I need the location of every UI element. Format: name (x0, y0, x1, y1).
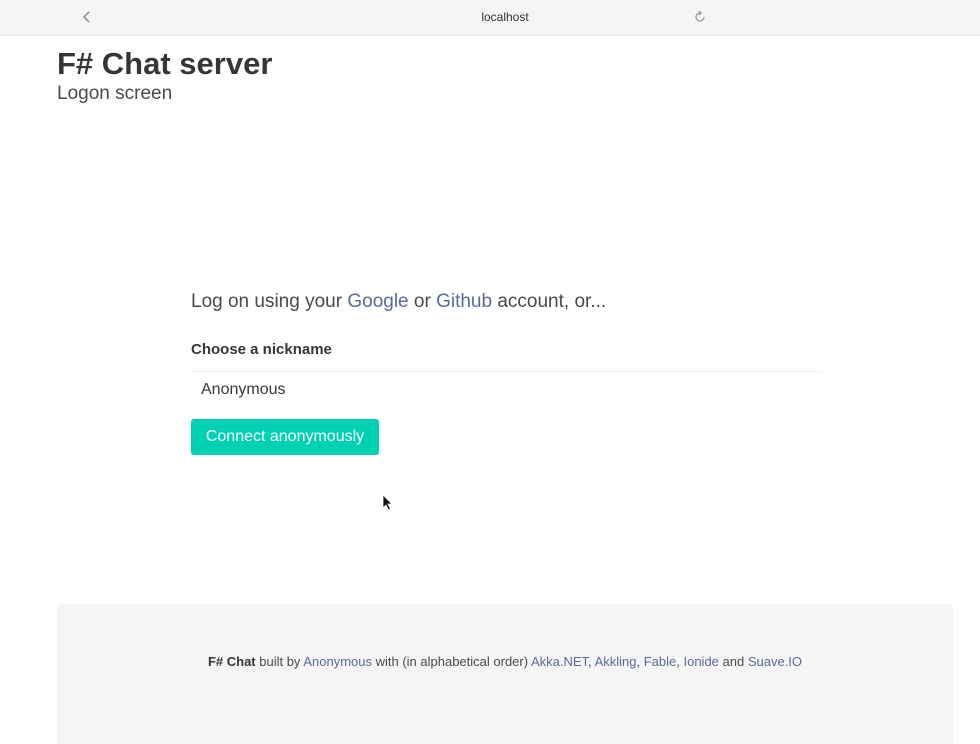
ionide-link[interactable]: Ionide (683, 654, 718, 669)
logon-instructions: Log on using your Google or Github accou… (191, 288, 821, 316)
akkling-link[interactable]: Akkling (595, 654, 637, 669)
nickname-input[interactable] (191, 371, 821, 407)
suave-link[interactable]: Suave.IO (748, 654, 802, 669)
reload-button[interactable] (692, 9, 708, 25)
footer-and: and (718, 654, 748, 669)
page-header: F# Chat server Logon screen (57, 46, 272, 106)
author-link[interactable]: Anonymous (303, 654, 372, 669)
fable-link[interactable]: Fable (644, 654, 677, 669)
footer-credits: F# Chat built by Anonymous with (in alph… (57, 654, 953, 669)
google-login-link[interactable]: Google (347, 291, 408, 312)
logon-or: or (408, 291, 437, 312)
nickname-label: Choose a nickname (191, 341, 332, 358)
akka-link[interactable]: Akka.NET (531, 654, 588, 669)
page-footer: F# Chat built by Anonymous with (in alph… (57, 604, 953, 744)
logon-panel: Log on using your Google or Github accou… (191, 288, 821, 316)
reload-icon (695, 10, 705, 22)
logon-prefix: Log on using your (191, 291, 348, 312)
browser-toolbar: localhost (0, 0, 980, 36)
connect-anonymously-button[interactable]: Connect anonymously (191, 419, 379, 455)
footer-built-by: built by (255, 654, 304, 669)
footer-sep: , (636, 654, 644, 669)
page-subtitle: Logon screen (57, 83, 173, 104)
github-login-link[interactable]: Github (436, 291, 492, 312)
page-title: F# Chat server (57, 46, 273, 81)
mouse-cursor-icon (382, 494, 393, 511)
footer-with: with (in alphabetical order) (371, 654, 531, 669)
footer-brand: F# Chat (207, 654, 256, 669)
address-bar-url[interactable]: localhost (0, 10, 980, 24)
logon-suffix: account, or... (492, 291, 607, 312)
